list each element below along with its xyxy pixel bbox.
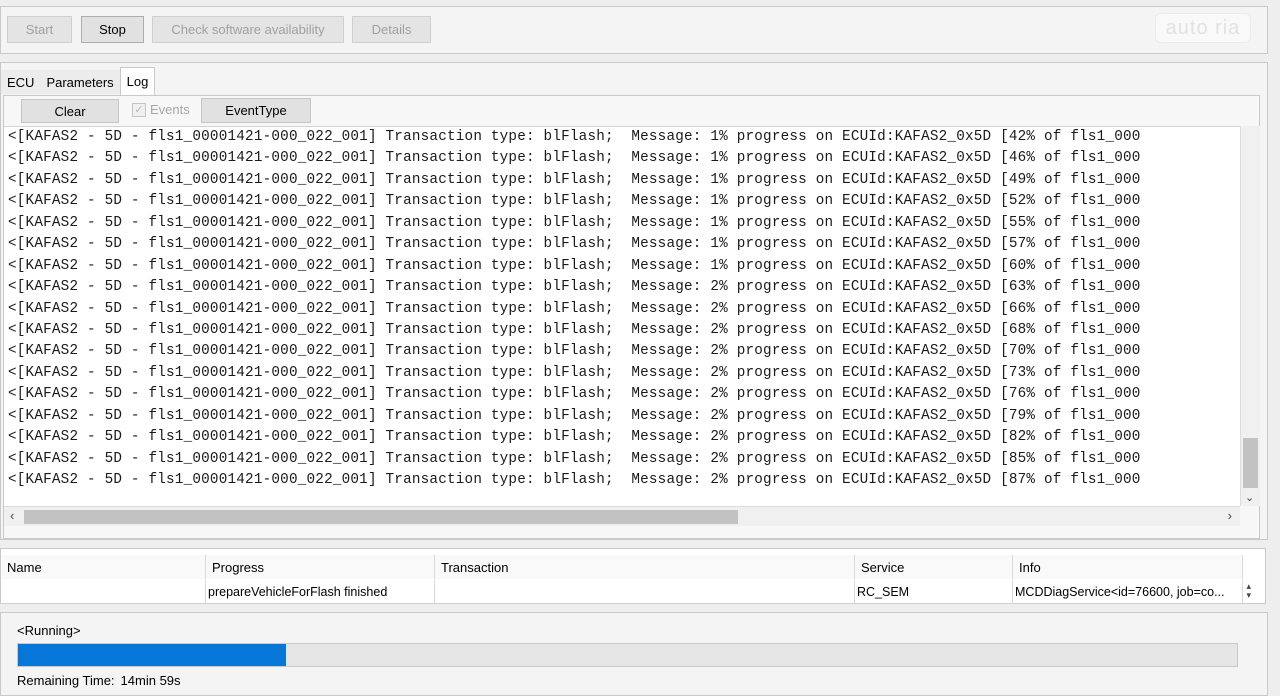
cell-progress: prepareVehicleForFlash finished — [206, 580, 435, 604]
vertical-scroll-thumb[interactable] — [1243, 438, 1258, 488]
tab-log[interactable]: Log — [119, 67, 156, 95]
log-line: <[KAFAS2 - 5D - fls1_00001421-000_022_00… — [8, 386, 1141, 403]
tab-parameters[interactable]: Parameters — [40, 70, 120, 94]
log-toolbar: Clear ✓ Events EventType — [4, 96, 1259, 126]
stop-button[interactable]: Stop — [81, 16, 144, 43]
watermark-logo: auto ria — [1155, 13, 1251, 43]
log-line: <[KAFAS2 - 5D - fls1_00001421-000_022_00… — [8, 214, 1141, 231]
log-area: Clear ✓ Events EventType <[KAFAS2 - 5D -… — [3, 95, 1260, 539]
progress-bar — [17, 643, 1238, 667]
log-line: <[KAFAS2 - 5D - fls1_00001421-000_022_00… — [8, 407, 1141, 424]
log-line: <[KAFAS2 - 5D - fls1_00001421-000_022_00… — [8, 257, 1141, 274]
cell-service: RC_SEM — [855, 580, 1013, 604]
log-line: <[KAFAS2 - 5D - fls1_00001421-000_022_00… — [8, 193, 1141, 210]
cell-info: MCDDiagService<id=76600, job=co... — [1013, 580, 1243, 604]
status-text: <Running> — [17, 623, 81, 638]
log-text-view[interactable]: <[KAFAS2 - 5D - fls1_00001421-000_022_00… — [4, 126, 1240, 506]
column-header-transaction[interactable]: Transaction — [435, 555, 855, 579]
column-header-service[interactable]: Service — [855, 555, 1013, 579]
check-software-availability-button[interactable]: Check software availability — [152, 16, 344, 43]
log-line: <[KAFAS2 - 5D - fls1_00001421-000_022_00… — [8, 472, 1141, 488]
log-line: <[KAFAS2 - 5D - fls1_00001421-000_022_00… — [8, 236, 1141, 253]
log-line: <[KAFAS2 - 5D - fls1_00001421-000_022_00… — [8, 450, 1141, 467]
progress-bar-fill — [18, 644, 287, 666]
chevron-down-icon[interactable]: ⌄ — [1245, 491, 1254, 504]
chevron-down-icon[interactable]: ▾ — [1246, 591, 1251, 600]
tab-panel: ECU Parameters Log Clear ✓ Events EventTyp… — [0, 62, 1268, 540]
column-header-progress[interactable]: Progress — [206, 555, 435, 579]
table-scroll-arrows[interactable]: ▴ ▾ — [1246, 582, 1251, 600]
start-button[interactable]: Start — [7, 16, 72, 43]
log-line: <[KAFAS2 - 5D - fls1_00001421-000_022_00… — [8, 171, 1141, 188]
toolbar: Start Stop Check software availability D… — [0, 6, 1268, 54]
column-header-info[interactable]: Info — [1013, 555, 1243, 579]
chevron-right-icon[interactable]: › — [1228, 508, 1232, 523]
table-header: Name Progress Transaction Service Info — [1, 555, 1243, 579]
cell-transaction — [435, 580, 855, 604]
events-label: Events — [150, 102, 190, 117]
status-panel: <Running> Remaining Time: 14min 59s — [0, 612, 1268, 696]
tab-bar: ECU Parameters Log — [1, 67, 156, 95]
log-line: <[KAFAS2 - 5D - fls1_00001421-000_022_00… — [8, 321, 1141, 338]
horizontal-scrollbar[interactable]: ‹ › — [4, 506, 1240, 526]
log-line: <[KAFAS2 - 5D - fls1_00001421-000_022_00… — [8, 364, 1141, 381]
log-line: <[KAFAS2 - 5D - fls1_00001421-000_022_00… — [8, 129, 1141, 145]
cell-name — [1, 580, 206, 604]
log-line: <[KAFAS2 - 5D - fls1_00001421-000_022_00… — [8, 343, 1141, 360]
log-line: <[KAFAS2 - 5D - fls1_00001421-000_022_00… — [8, 279, 1141, 296]
chevron-left-icon[interactable]: ‹ — [10, 508, 14, 523]
remaining-time-value: 14min 59s — [120, 673, 181, 688]
details-button[interactable]: Details — [352, 16, 431, 43]
tab-ecu[interactable]: ECU — [1, 70, 41, 94]
flash-tool-window: Start Stop Check software availability D… — [0, 0, 1280, 696]
column-header-name[interactable]: Name — [1, 555, 206, 579]
check-icon[interactable]: ✓ — [132, 102, 146, 117]
remaining-time: Remaining Time: 14min 59s — [17, 673, 181, 688]
clear-button[interactable]: Clear — [21, 99, 119, 123]
table-row[interactable]: prepareVehicleForFlash finished RC_SEM M… — [1, 580, 1243, 604]
horizontal-scroll-thumb[interactable] — [24, 510, 738, 524]
remaining-time-label: Remaining Time: — [17, 673, 115, 688]
vertical-scrollbar[interactable]: ⌄ — [1240, 126, 1260, 506]
eventtype-button[interactable]: EventType — [201, 98, 311, 123]
job-table: Name Progress Transaction Service Info p… — [0, 548, 1266, 604]
log-line: <[KAFAS2 - 5D - fls1_00001421-000_022_00… — [8, 429, 1141, 446]
events-checkbox[interactable]: ✓ Events — [132, 102, 190, 117]
log-line: <[KAFAS2 - 5D - fls1_00001421-000_022_00… — [8, 300, 1141, 317]
log-line: <[KAFAS2 - 5D - fls1_00001421-000_022_00… — [8, 150, 1141, 167]
